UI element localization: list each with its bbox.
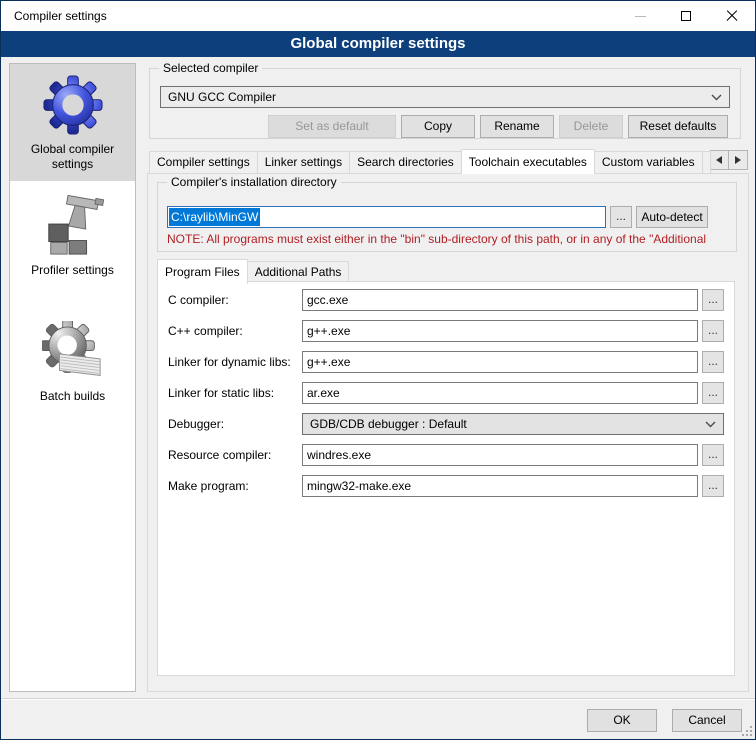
- chevron-down-icon: [705, 421, 716, 428]
- static-linker-input[interactable]: [302, 382, 698, 404]
- maximize-icon: [681, 11, 691, 21]
- cpp-compiler-label: C++ compiler:: [168, 324, 302, 338]
- installation-dir-selected-text: C:\raylib\MinGW: [169, 208, 260, 226]
- minimize-button[interactable]: [617, 1, 663, 31]
- selected-compiler-legend: Selected compiler: [159, 61, 262, 75]
- maximize-button[interactable]: [663, 1, 709, 31]
- installation-directory-row: C:\raylib\MinGW ... Auto-detect: [167, 206, 708, 228]
- compiler-settings-dialog: Compiler settings Global compiler settin…: [0, 0, 756, 740]
- set-as-default-button: Set as default: [268, 115, 396, 138]
- caption-buttons: [617, 1, 755, 31]
- c-compiler-row: C compiler: ...: [168, 289, 724, 311]
- static-linker-label: Linker for static libs:: [168, 386, 302, 400]
- tab-build-options[interactable]: Build options: [702, 151, 711, 173]
- page-title: Global compiler settings: [1, 31, 755, 57]
- window-title: Compiler settings: [1, 9, 107, 23]
- cpp-compiler-browse-button[interactable]: ...: [702, 320, 724, 342]
- cancel-button[interactable]: Cancel: [672, 709, 742, 732]
- copy-button[interactable]: Copy: [401, 115, 475, 138]
- tab-compiler-settings[interactable]: Compiler settings: [149, 151, 258, 173]
- make-program-browse-button[interactable]: ...: [702, 475, 724, 497]
- installation-dir-browse-button[interactable]: ...: [610, 206, 632, 228]
- caliper-blocks-icon: [14, 193, 131, 259]
- tab-custom-variables[interactable]: Custom variables: [594, 151, 703, 173]
- settings-sidebar: Global compiler settings Pro: [9, 63, 136, 692]
- dialog-content: Global compiler settings Pro: [1, 57, 755, 739]
- compiler-select-value: GNU GCC Compiler: [168, 90, 711, 104]
- sidebar-item-label: Profiler settings: [14, 263, 131, 278]
- tab-toolchain-executables[interactable]: Toolchain executables: [461, 149, 595, 174]
- close-icon: [726, 10, 738, 22]
- minimize-icon: [635, 16, 646, 17]
- resource-compiler-row: Resource compiler: ...: [168, 444, 724, 466]
- sidebar-item-label: Global compiler settings: [14, 142, 131, 172]
- make-program-row: Make program: ...: [168, 475, 724, 497]
- toolchain-executables-panel: Compiler's installation directory C:\ray…: [147, 173, 749, 692]
- program-files-panel: C compiler: ... C++ compiler: ... Linker…: [157, 281, 735, 676]
- resize-grip[interactable]: [740, 724, 753, 737]
- resource-compiler-browse-button[interactable]: ...: [702, 444, 724, 466]
- subtab-program-files[interactable]: Program Files: [157, 259, 248, 284]
- static-linker-row: Linker for static libs: ...: [168, 382, 724, 404]
- dynamic-linker-label: Linker for dynamic libs:: [168, 355, 302, 369]
- compiler-buttons-row: Set as default Copy Rename Delete Reset …: [160, 115, 728, 138]
- gray-gear-stack-icon: [14, 319, 131, 385]
- sidebar-item-label: Batch builds: [14, 389, 131, 404]
- dynamic-linker-row: Linker for dynamic libs: ...: [168, 351, 724, 373]
- selected-compiler-group: Selected compiler GNU GCC Compiler Set a…: [149, 68, 741, 139]
- dynamic-linker-browse-button[interactable]: ...: [702, 351, 724, 373]
- blue-gear-icon: [14, 72, 131, 138]
- titlebar: Compiler settings: [1, 1, 755, 31]
- debugger-row: Debugger: GDB/CDB debugger : Default: [168, 413, 724, 435]
- sidebar-item-profiler-settings[interactable]: Profiler settings: [10, 185, 135, 287]
- resource-compiler-label: Resource compiler:: [168, 448, 302, 462]
- settings-tabstrip: Compiler settings Linker settings Search…: [149, 148, 747, 173]
- autodetect-button[interactable]: Auto-detect: [636, 206, 708, 228]
- installation-dir-input[interactable]: C:\raylib\MinGW: [167, 206, 606, 228]
- triangle-right-icon: [735, 156, 741, 164]
- delete-button: Delete: [559, 115, 623, 138]
- subtab-additional-paths[interactable]: Additional Paths: [247, 261, 350, 283]
- cpp-compiler-input[interactable]: [302, 320, 698, 342]
- resource-compiler-input[interactable]: [302, 444, 698, 466]
- debugger-select[interactable]: GDB/CDB debugger : Default: [302, 413, 724, 435]
- rename-button[interactable]: Rename: [480, 115, 554, 138]
- installation-directory-legend: Compiler's installation directory: [167, 175, 341, 189]
- bin-subdirectory-note: NOTE: All programs must exist either in …: [167, 232, 732, 246]
- installation-directory-group: Compiler's installation directory C:\ray…: [157, 182, 737, 252]
- tab-scroll-right-button[interactable]: [729, 150, 748, 170]
- tab-scroll-left-button[interactable]: [710, 150, 729, 170]
- sidebar-item-global-compiler-settings[interactable]: Global compiler settings: [10, 64, 135, 181]
- footer-divider: [1, 698, 755, 700]
- close-button[interactable]: [709, 1, 755, 31]
- ok-button[interactable]: OK: [587, 709, 657, 732]
- cpp-compiler-row: C++ compiler: ...: [168, 320, 724, 342]
- dynamic-linker-input[interactable]: [302, 351, 698, 373]
- make-program-input[interactable]: [302, 475, 698, 497]
- tab-scroll-arrows: [710, 150, 748, 170]
- compiler-select[interactable]: GNU GCC Compiler: [160, 86, 730, 108]
- tab-search-directories[interactable]: Search directories: [349, 151, 462, 173]
- c-compiler-input[interactable]: [302, 289, 698, 311]
- tab-linker-settings[interactable]: Linker settings: [257, 151, 350, 173]
- debugger-select-value: GDB/CDB debugger : Default: [310, 417, 705, 431]
- reset-defaults-button[interactable]: Reset defaults: [628, 115, 728, 138]
- make-program-label: Make program:: [168, 479, 302, 493]
- sidebar-item-batch-builds[interactable]: Batch builds: [10, 311, 135, 413]
- debugger-label: Debugger:: [168, 417, 302, 431]
- c-compiler-label: C compiler:: [168, 293, 302, 307]
- toolchain-subtabs: Program Files Additional Paths: [157, 259, 736, 283]
- c-compiler-browse-button[interactable]: ...: [702, 289, 724, 311]
- triangle-left-icon: [716, 156, 722, 164]
- chevron-down-icon: [711, 94, 722, 101]
- static-linker-browse-button[interactable]: ...: [702, 382, 724, 404]
